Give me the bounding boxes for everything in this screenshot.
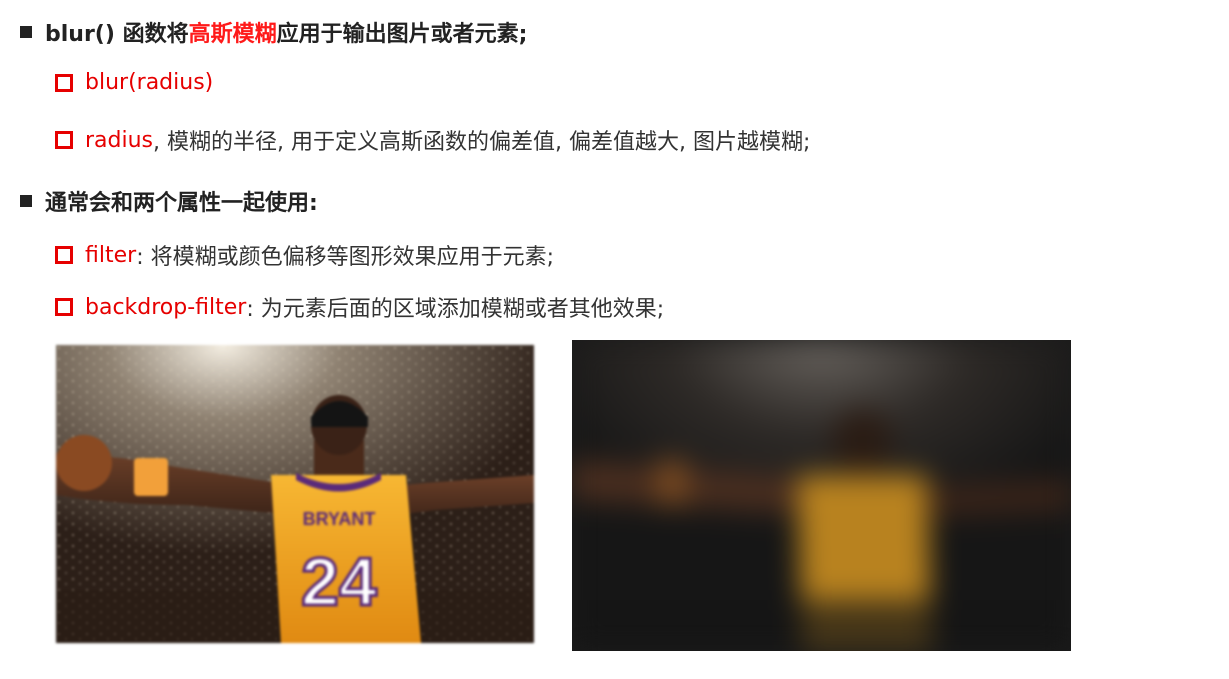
bullet-text-pre: blur() 函数将 [45,22,189,47]
term-description: , 模糊的半径, 用于定义高斯函数的偏差值, 偏差值越大, 图片越模糊; [153,130,811,155]
hollow-square-bullet-icon [55,131,73,149]
bullet-blur-function: blur() 函数将 高斯模糊 应用于输出图片或者元素; [20,16,527,48]
code-term: filter [85,242,137,268]
subbullet-radius-desc: radius , 模糊的半径, 用于定义高斯函数的偏差值, 偏差值越大, 图片越… [55,124,810,156]
code-term: blur(radius) [85,70,214,95]
term-description: : 为元素后面的区域添加模糊或者其他效果; [246,297,665,322]
bullet-text-post: 应用于输出图片或者元素; [276,22,528,47]
blurred-photo [572,340,1071,651]
hollow-square-bullet-icon [55,298,73,316]
bullet-two-properties: 通常会和两个属性一起使用: [20,185,318,217]
hollow-square-bullet-icon [55,246,73,264]
square-bullet-icon [20,195,32,207]
square-bullet-icon [20,26,32,38]
bullet-text-highlight: 高斯模糊 [188,22,277,47]
jersey-name: BRYANT [303,509,376,529]
jersey-number: 24 [301,544,377,620]
original-photo: BRYANT 24 [56,345,534,643]
bullet-text: 通常会和两个属性一起使用: [45,191,318,216]
term-description: : 将模糊或颜色偏移等图形效果应用于元素; [136,245,555,270]
subbullet-blur-radius: blur(radius) [55,70,213,95]
subbullet-backdrop-filter: backdrop-filter : 为元素后面的区域添加模糊或者其他效果; [55,291,664,323]
basketball-player-illustration: BRYANT 24 [56,345,534,643]
blurred-player-illustration [572,340,1071,651]
hollow-square-bullet-icon [55,73,73,92]
subbullet-filter: filter : 将模糊或颜色偏移等图形效果应用于元素; [55,239,554,271]
code-term: backdrop-filter [85,294,247,320]
code-term: radius [85,127,154,153]
slide: blur() 函数将 高斯模糊 应用于输出图片或者元素; blur(radius… [0,0,1229,679]
